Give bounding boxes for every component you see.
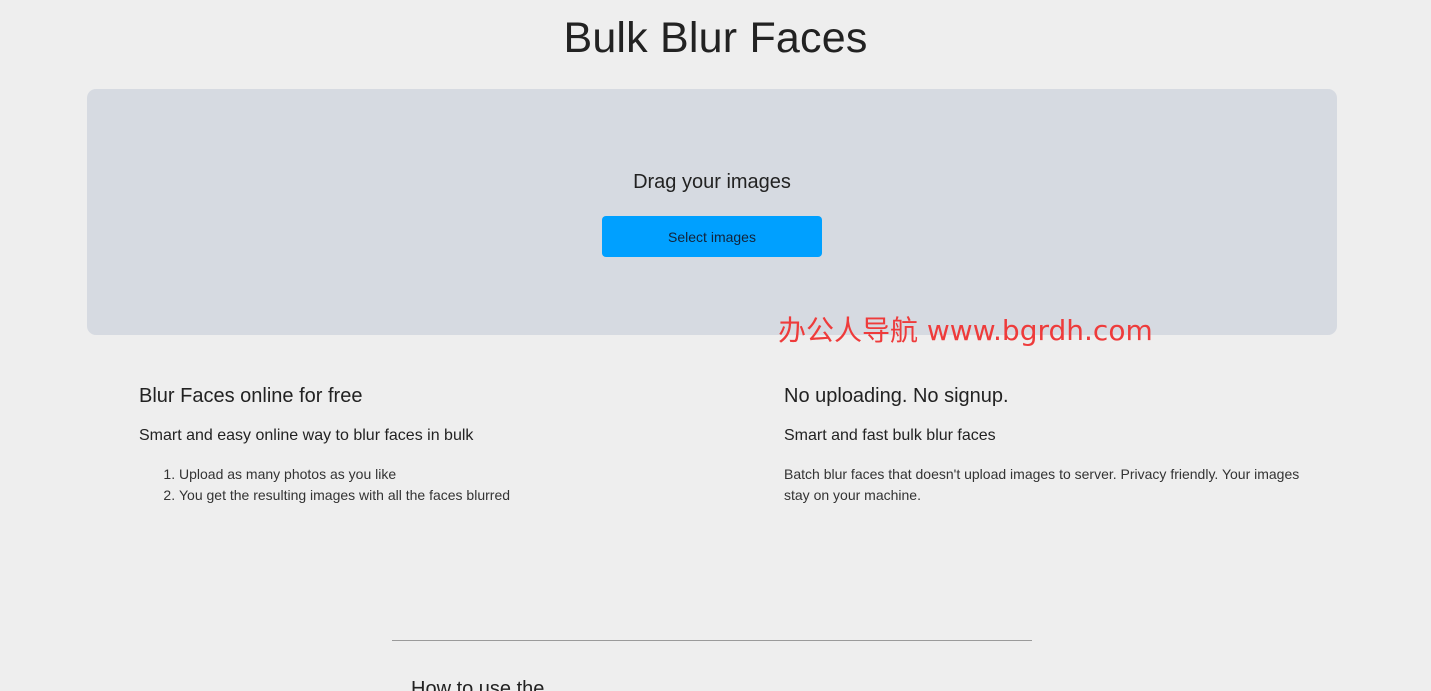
- dropzone-prompt: Drag your images: [633, 171, 791, 193]
- list-item: You get the resulting images with all th…: [179, 485, 699, 506]
- page-title: Bulk Blur Faces: [563, 14, 868, 62]
- feature-heading: Blur Faces online for free: [139, 385, 363, 407]
- feature-body: Batch blur faces that doesn't upload ima…: [784, 466, 1300, 503]
- section-heading-partial: How to use the...: [411, 678, 562, 691]
- section-divider: [392, 640, 1032, 641]
- select-images-button[interactable]: Select images: [602, 216, 822, 257]
- feature-subheading: Smart and easy online way to blur faces …: [139, 427, 474, 444]
- list-item: Upload as many photos as you like: [179, 464, 699, 485]
- image-dropzone[interactable]: Drag your images Select images: [87, 89, 1337, 335]
- feature-heading: No uploading. No signup.: [784, 385, 1009, 407]
- page: Bulk Blur Faces Drag your images Select …: [0, 0, 1431, 691]
- feature-free-online: Blur Faces online for free Smart and eas…: [139, 382, 699, 506]
- feature-subheading: Smart and fast bulk blur faces: [784, 427, 996, 444]
- steps-list: Upload as many photos as you like You ge…: [139, 464, 699, 506]
- feature-no-upload: No uploading. No signup. Smart and fast …: [784, 382, 1304, 506]
